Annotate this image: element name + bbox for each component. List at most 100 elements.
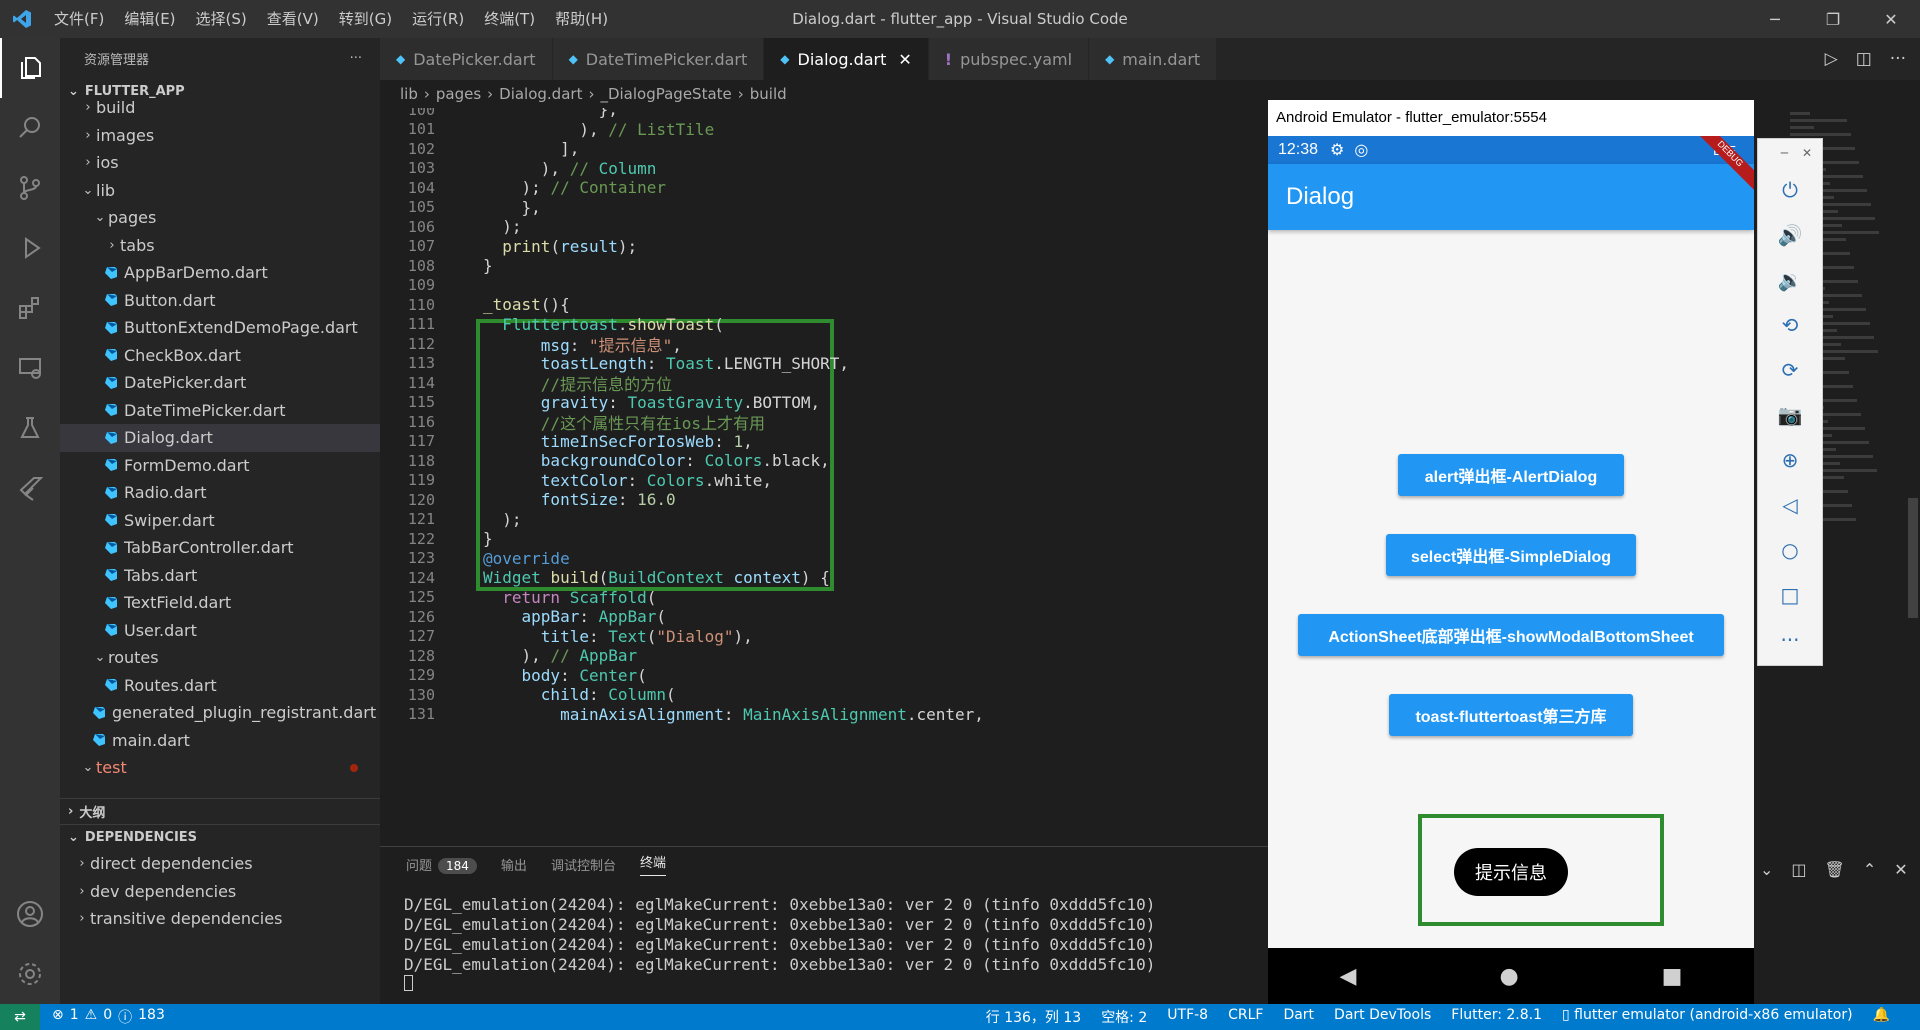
file-item[interactable]: CheckBox.dart [60,342,380,370]
tab-output[interactable]: 输出 [501,855,527,874]
flutter-icon[interactable] [0,458,60,518]
trash-icon[interactable]: 🗑 [1825,860,1845,879]
device-selector[interactable]: ▯ flutter emulator (android-x86 emulator… [1562,1007,1853,1027]
dart-devtools[interactable]: Dart DevTools [1334,1007,1431,1027]
folder-item[interactable]: › images [60,122,380,150]
tab-terminal[interactable]: 终端 [639,852,666,876]
volume-down-icon[interactable]: 🔉 [1758,257,1822,302]
file-item[interactable]: Radio.dart [60,479,380,507]
back-icon[interactable]: ◀ [1340,964,1357,989]
remote-explorer-icon[interactable] [0,338,60,398]
end-of-line[interactable]: CRLF [1228,1007,1263,1027]
tab-problems[interactable]: 问题 184 [406,855,477,874]
menu-item[interactable]: 查看(V) [257,0,329,38]
menu-item[interactable]: 转到(G) [329,0,402,38]
tab-pubspec-yaml[interactable]: ! pubspec.yaml [928,38,1090,80]
folder-item[interactable]: ⌄ lib [60,177,380,205]
breadcrumb-item[interactable]: Dialog.dart [499,85,582,103]
recents-icon[interactable]: ■ [1662,964,1683,989]
chevron-down-icon[interactable]: ⌄ [1760,860,1773,879]
indentation[interactable]: 空格: 2 [1101,1007,1147,1027]
notifications-icon[interactable]: 🔔 [1873,1007,1890,1027]
run-debug-icon[interactable] [0,218,60,278]
menu-item[interactable]: 帮助(H) [545,0,618,38]
file-item[interactable]: DatePicker.dart [60,369,380,397]
file-item[interactable]: Swiper.dart [60,507,380,535]
breadcrumb-item[interactable]: _DialogPageState [600,85,731,103]
code-editor[interactable]: 100 }, 101 ), // ListTile 102 ], 103 ), // … [380,108,1270,846]
minimize-icon[interactable]: ─ [1746,0,1804,38]
home-icon[interactable]: ○ [1758,527,1822,572]
breadcrumb-item[interactable]: lib [400,85,418,103]
explorer-icon[interactable] [0,38,60,98]
testing-icon[interactable] [0,398,60,458]
tab-debug-console[interactable]: 调试控制台 [551,855,616,874]
back-icon[interactable]: ◁ [1758,482,1822,527]
menu-item[interactable]: 终端(T) [474,0,545,38]
home-icon[interactable]: ● [1499,964,1518,989]
remote-indicator-icon[interactable]: ⇄ [0,1004,40,1030]
breadcrumb-item[interactable]: pages [436,85,481,103]
menu-item[interactable]: 运行(R) [402,0,474,38]
settings-gear-icon[interactable] [0,944,60,1004]
search-icon[interactable] [0,98,60,158]
file-item[interactable]: TextField.dart [60,589,380,617]
rotate-left-icon[interactable]: ⟲ [1758,302,1822,347]
close-panel-icon[interactable]: ✕ [1894,860,1907,879]
bottom-sheet-button[interactable]: ActionSheet底部弹出框-showModalBottomSheet [1298,614,1724,656]
file-item[interactable]: AppBarDemo.dart [60,259,380,287]
tab-datetimepicker-dart[interactable]: ◆ DateTimePicker.dart [552,38,765,80]
dependency-item[interactable]: › dev dependencies [60,878,380,906]
file-item[interactable]: generated_plugin_registrant.dart [60,699,380,727]
volume-up-icon[interactable]: 🔊 [1758,212,1822,257]
menu-item[interactable]: 文件(F) [44,0,114,38]
file-item[interactable]: Button.dart [60,287,380,315]
menu-item[interactable]: 编辑(E) [114,0,185,38]
tab-datepicker-dart[interactable]: ◆ DatePicker.dart [380,38,553,80]
tab-dialog-dart[interactable]: ◆ Dialog.dart ✕ [764,38,929,80]
toast-button[interactable]: toast-fluttertoast第三方库 [1389,694,1633,736]
dependency-item[interactable]: › direct dependencies [60,850,380,878]
split-editor-icon[interactable]: ◫ [1856,49,1872,69]
folder-item[interactable]: › ios [60,149,380,177]
source-control-icon[interactable] [0,158,60,218]
flutter-version[interactable]: Flutter: 2.8.1 [1451,1007,1542,1027]
account-icon[interactable] [0,884,60,944]
editor-scrollbar[interactable] [1906,108,1920,846]
maximize-panel-icon[interactable]: ⌃ [1863,860,1876,879]
more-icon[interactable]: ··· [1758,617,1822,662]
terminal-output[interactable]: D/EGL_emulation(24204): eglMakeCurrent: … [380,881,1270,996]
close-tab-icon[interactable]: ✕ [898,50,911,69]
problems-status[interactable]: ⊗ 1 ⚠ 0 ⓘ 183 [40,1007,165,1027]
language-mode[interactable]: Dart [1283,1007,1314,1027]
camera-icon[interactable]: 📷 [1758,392,1822,437]
dependency-item[interactable]: › transitive dependencies [60,905,380,933]
breadcrumb-item[interactable]: build [750,85,787,103]
alert-dialog-button[interactable]: alert弹出框-AlertDialog [1398,454,1624,496]
file-item[interactable]: TabBarController.dart [60,534,380,562]
file-item[interactable]: main.dart [60,727,380,755]
zoom-icon[interactable]: ⊕ [1758,437,1822,482]
menu-item[interactable]: 选择(S) [186,0,257,38]
file-item[interactable]: FormDemo.dart [60,452,380,480]
close-icon[interactable]: ✕ [1802,146,1812,160]
more-icon[interactable]: ··· [1890,49,1906,69]
overview-icon[interactable]: □ [1758,572,1822,617]
folder-item[interactable]: ⌄ routes [60,644,380,672]
close-icon[interactable]: ✕ [1862,0,1920,38]
folder-item[interactable]: ⌄ test [60,754,380,782]
minimize-icon[interactable]: ─ [1781,146,1788,160]
more-actions-icon[interactable]: ··· [350,51,362,66]
file-item[interactable]: ButtonExtendDemoPage.dart [60,314,380,342]
folder-item[interactable]: ⌄ pages [60,204,380,232]
file-item[interactable]: User.dart [60,617,380,645]
tab-main-dart[interactable]: ◆ main.dart [1089,38,1218,80]
folder-item[interactable]: › build [60,94,380,122]
file-item[interactable]: Tabs.dart [60,562,380,590]
file-item[interactable]: Routes.dart [60,672,380,700]
outline-section-header[interactable]: › 大纲 [60,798,380,824]
phone-screen[interactable]: 12:38 ⚙ ◎ LTE DEBUG Dialog alert弹出框-Aler… [1268,136,1754,1004]
cursor-position[interactable]: 行 136，列 13 [986,1007,1081,1027]
run-icon[interactable]: ▷ [1825,49,1838,69]
split-terminal-icon[interactable]: ◫ [1791,860,1806,879]
